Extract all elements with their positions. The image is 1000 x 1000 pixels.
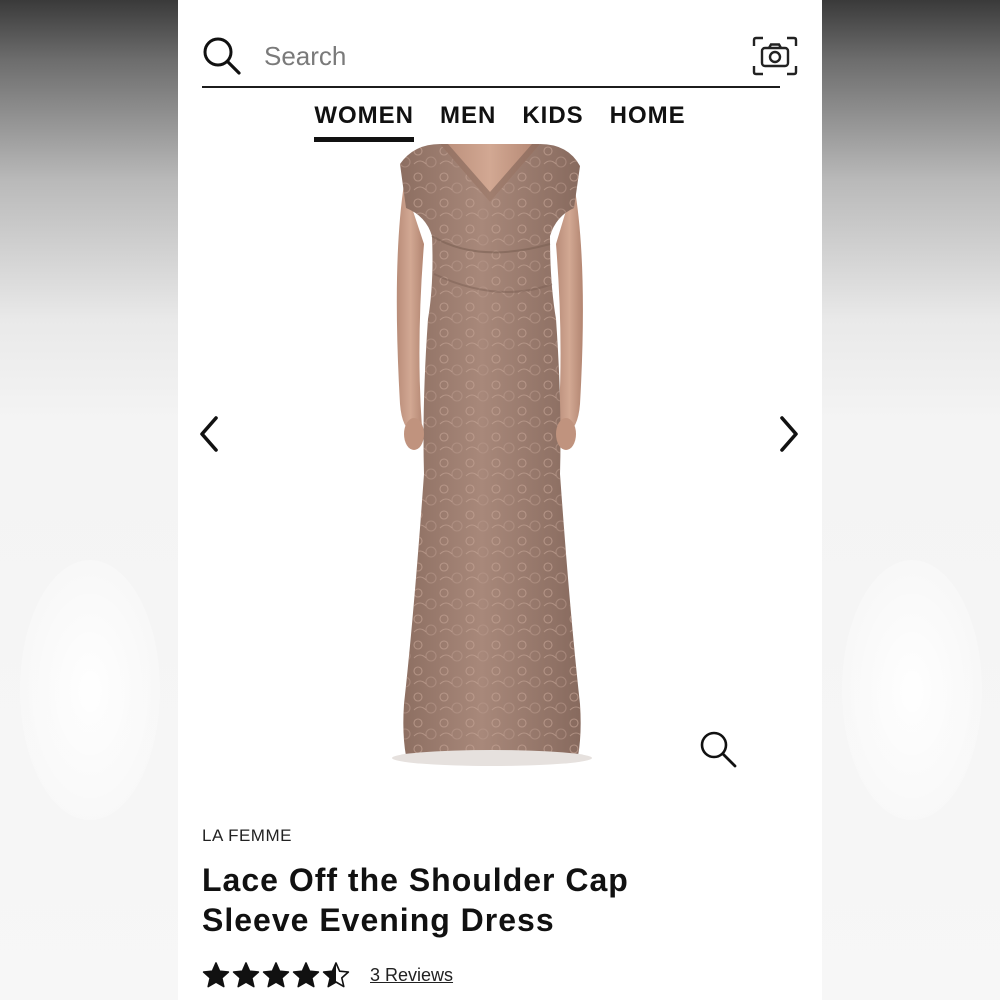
app-screen: WOMEN MEN KIDS HOME	[178, 0, 822, 1000]
star-icon	[322, 961, 350, 989]
category-nav: WOMEN MEN KIDS HOME	[178, 98, 822, 144]
product-title-line: Sleeve Evening Dress	[202, 902, 555, 938]
product-title: Lace Off the Shoulder Cap Sleeve Evening…	[202, 860, 762, 940]
reviews-link[interactable]: 3 Reviews	[370, 965, 453, 986]
star-icon	[232, 961, 260, 989]
product-image[interactable]	[178, 144, 822, 804]
zoom-icon[interactable]	[698, 729, 738, 769]
backdrop-blur	[20, 560, 160, 820]
search-bar	[202, 30, 798, 88]
backdrop-right	[822, 0, 1000, 1000]
search-input[interactable]	[264, 38, 664, 74]
search-icon[interactable]	[202, 36, 242, 76]
product-brand[interactable]: LA FEMME	[202, 826, 292, 846]
product-rating: 3 Reviews	[202, 958, 453, 992]
camera-icon[interactable]	[752, 36, 798, 76]
nav-tab-kids[interactable]: KIDS	[522, 98, 583, 138]
backdrop-left	[0, 0, 178, 1000]
nav-tab-women[interactable]: WOMEN	[314, 98, 414, 142]
backdrop-blur	[842, 560, 982, 820]
chevron-right-icon[interactable]	[772, 412, 806, 456]
nav-tab-home[interactable]: HOME	[610, 98, 686, 138]
dress-illustration	[392, 144, 592, 766]
star-icon	[292, 961, 320, 989]
product-title-line: Lace Off the Shoulder Cap	[202, 862, 629, 898]
star-icon	[262, 961, 290, 989]
star-rating	[202, 961, 350, 989]
nav-tab-men[interactable]: MEN	[440, 98, 496, 138]
star-icon	[202, 961, 230, 989]
chevron-left-icon[interactable]	[192, 412, 226, 456]
